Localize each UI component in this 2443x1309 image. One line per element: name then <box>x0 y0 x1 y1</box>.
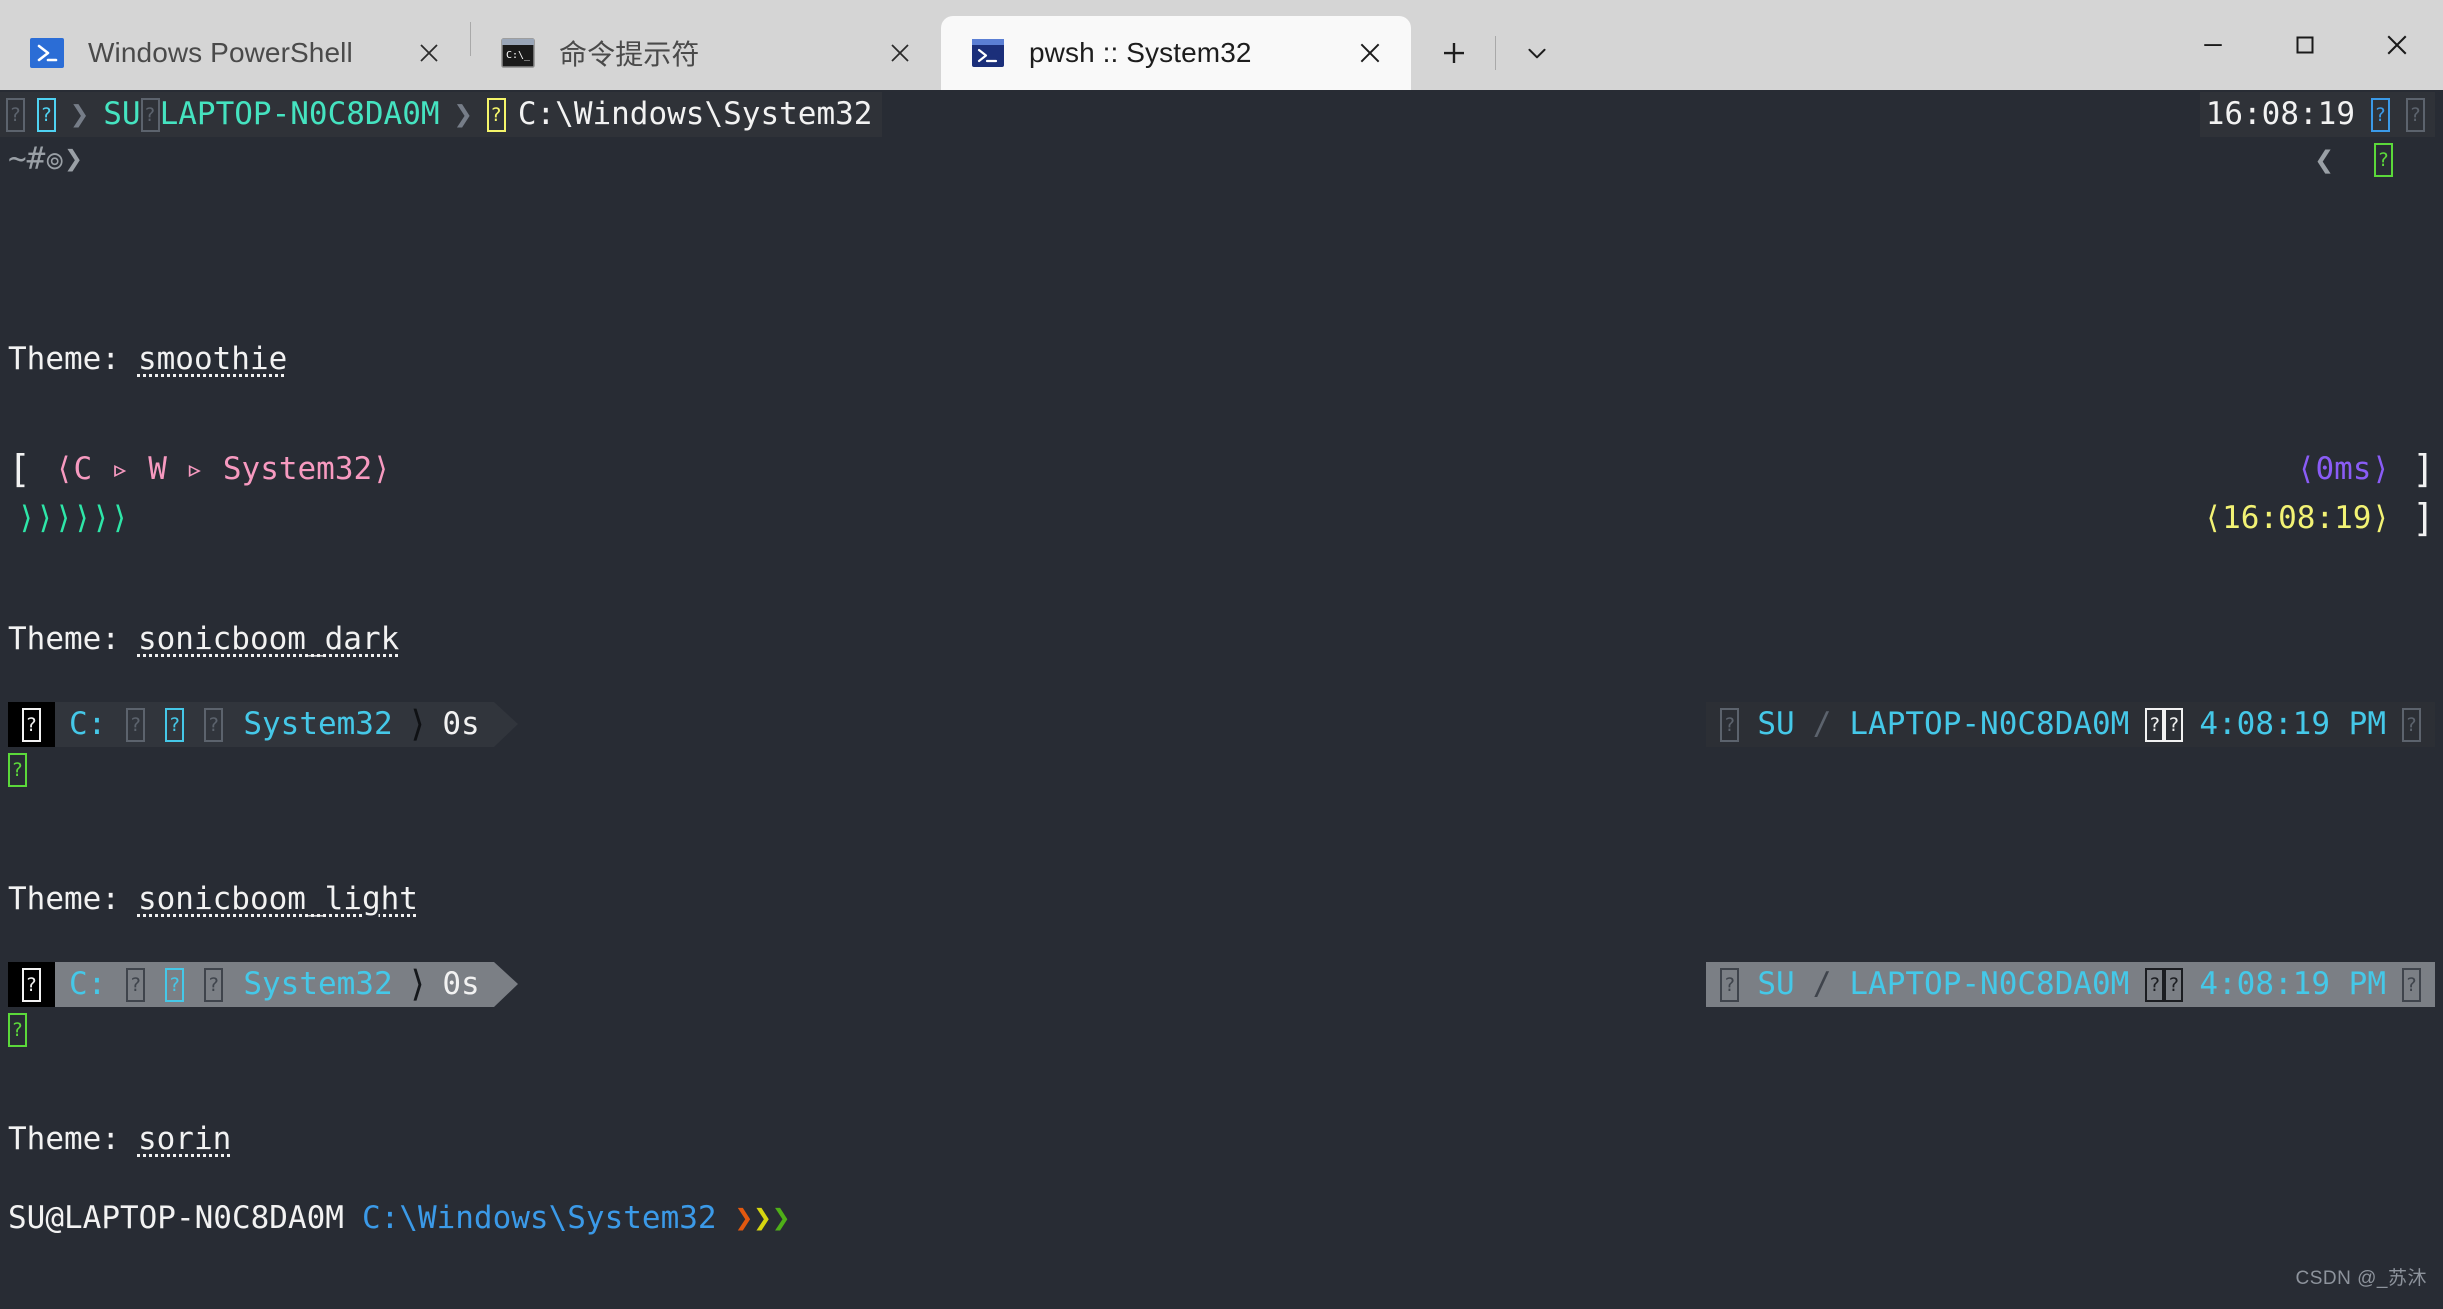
sonicboom-light-prompt-right: ? SU / LAPTOP-N0C8DA0M ?? 4:08:19 PM ? <box>0 960 2443 1009</box>
tab-title: 命令提示符 <box>559 33 873 73</box>
tab-pwsh-system32[interactable]: pwsh :: System32 <box>941 16 1411 90</box>
input-glyph-icon: ? <box>8 753 27 787</box>
theme-label-prefix: Theme: <box>0 875 120 924</box>
smoothie-prompt-line2-right: ⟨16:08:19⟩ ] <box>0 494 2443 543</box>
smoothie-prompt-line1-right: ⟨0ms⟩ ] <box>0 445 2443 494</box>
user-label: SU <box>1757 700 1794 749</box>
top-prompt-right-segment: 16:08:19 ? ? <box>2200 92 2435 137</box>
new-tab-area <box>1411 16 1564 90</box>
back-chevron-icon: ❮ <box>2314 135 2334 184</box>
theme-label-sonicboom-dark: Theme: sonicboom_dark <box>0 615 2443 664</box>
clock-glyph-a-icon: ? <box>2145 708 2164 742</box>
host-label: LAPTOP-N0C8DA0M <box>1849 700 2129 749</box>
theme-name: sonicboom_light <box>138 875 418 924</box>
sonicboom-light-prompt-line2: ? <box>0 1005 2443 1054</box>
time-label: 4:08:19 PM <box>2199 700 2386 749</box>
theme-label-prefix: Theme: <box>0 1115 120 1164</box>
prompt-time: 16:08:19 <box>2206 90 2355 139</box>
right-status-block: ? SU / LAPTOP-N0C8DA0M ?? 4:08:19 PM ? <box>1706 962 2435 1007</box>
window-controls <box>2167 0 2443 90</box>
bracket-close-2: ] <box>2412 494 2435 543</box>
right-lead-glyph-icon: ? <box>1720 708 1739 742</box>
terminal-pane[interactable]: ? ? ❯ SU? LAPTOP-N0C8DA0M ❯ ? C:\Windows\… <box>0 90 2443 1309</box>
host-label: LAPTOP-N0C8DA0M <box>1849 960 2129 1009</box>
tab-command-prompt[interactable]: C:\_ 命令提示符 <box>471 16 941 90</box>
time-label: 4:08:19 PM <box>2199 960 2386 1009</box>
sonicboom-dark-right-blocks: ? SU / LAPTOP-N0C8DA0M ?? 4:08:19 PM ? <box>1706 702 2435 747</box>
clock-glyph-icon: ? <box>2371 98 2390 132</box>
theme-label-prefix: Theme: <box>0 615 120 664</box>
theme-name: smoothie <box>138 335 287 384</box>
theme-name: sonicboom_dark <box>138 615 399 664</box>
title-bar: Windows PowerShell C:\_ 命令提示符 <box>0 0 2443 90</box>
sorin-chevron-2: ❯ <box>753 1194 772 1243</box>
clock-glyph-b-icon: ? <box>2164 708 2183 742</box>
theme-name: sorin <box>138 1115 231 1164</box>
right-tail-glyph-icon: ? <box>2402 708 2421 742</box>
close-button[interactable] <box>2351 0 2443 90</box>
close-icon[interactable] <box>1343 26 1397 80</box>
sorin-userhost: SU@LAPTOP-N0C8DA0M <box>0 1194 344 1243</box>
sonicboom-light-right-blocks: ? SU / LAPTOP-N0C8DA0M ?? 4:08:19 PM ? <box>1706 962 2435 1007</box>
powershell-icon <box>30 36 64 70</box>
user-label: SU <box>1757 960 1794 1009</box>
tab-windows-powershell[interactable]: Windows PowerShell <box>0 16 470 90</box>
clock-glyph-a-icon: ? <box>2145 968 2164 1002</box>
toolbar-divider <box>1495 36 1496 70</box>
theme-label-sonicboom-light: Theme: sonicboom_light <box>0 875 2443 924</box>
tab-title: Windows PowerShell <box>88 37 402 69</box>
sonicboom-dark-prompt-right: ? SU / LAPTOP-N0C8DA0M ?? 4:08:19 PM ? <box>0 700 2443 749</box>
sonicboom-dark-prompt-line2: ? <box>0 745 2443 794</box>
close-icon[interactable] <box>402 26 456 80</box>
close-icon[interactable] <box>873 26 927 80</box>
watermark: CSDN @_苏沐 <box>2296 1254 2427 1303</box>
tab-strip: Windows PowerShell C:\_ 命令提示符 <box>0 0 1564 90</box>
maximize-button[interactable] <box>2259 0 2351 90</box>
right-status-block: ? SU / LAPTOP-N0C8DA0M ?? 4:08:19 PM ? <box>1706 702 2435 747</box>
minimize-button[interactable] <box>2167 0 2259 90</box>
smoothie-time: ⟨16:08:19⟩ <box>2203 494 2390 543</box>
input-glyph-icon: ? <box>8 1013 27 1047</box>
new-tab-icon[interactable] <box>1427 26 1481 80</box>
sorin-path: C:\Windows\System32 <box>362 1194 717 1243</box>
smoothie-duration: ⟨0ms⟩ <box>2297 445 2390 494</box>
right-lead-glyph-icon: ? <box>1720 968 1739 1002</box>
command-prompt-icon: C:\_ <box>501 36 535 70</box>
sorin-chevron-3: ❯ <box>772 1194 791 1243</box>
pwsh-icon <box>971 36 1005 70</box>
clock-glyph-b-icon: ? <box>2164 968 2183 1002</box>
theme-label-prefix: Theme: <box>0 335 120 384</box>
right-tail-glyph-icon: ? <box>2402 968 2421 1002</box>
sorin-prompt: SU@LAPTOP-N0C8DA0M C:\Windows\System32 ❯… <box>0 1194 2443 1243</box>
theme-label-smoothie: Theme: smoothie <box>0 335 2443 384</box>
chevron-down-icon[interactable] <box>1510 26 1564 80</box>
bracket-close: ] <box>2412 445 2435 494</box>
theme-label-sorin: Theme: sorin <box>0 1115 2443 1164</box>
top-prompt-row-right: 16:08:19 ? ? <box>0 90 2443 139</box>
top-prompt-row2-right: ❮ ? <box>0 135 2443 184</box>
battery-glyph-icon: ? <box>2406 98 2425 132</box>
slash-separator: / <box>1813 960 1832 1009</box>
slash-separator: / <box>1813 700 1832 749</box>
svg-text:C:\_: C:\_ <box>506 50 531 61</box>
status-glyph-icon: ? <box>2374 143 2393 177</box>
sorin-chevron-1: ❯ <box>735 1194 754 1243</box>
tab-title: pwsh :: System32 <box>1029 37 1343 69</box>
